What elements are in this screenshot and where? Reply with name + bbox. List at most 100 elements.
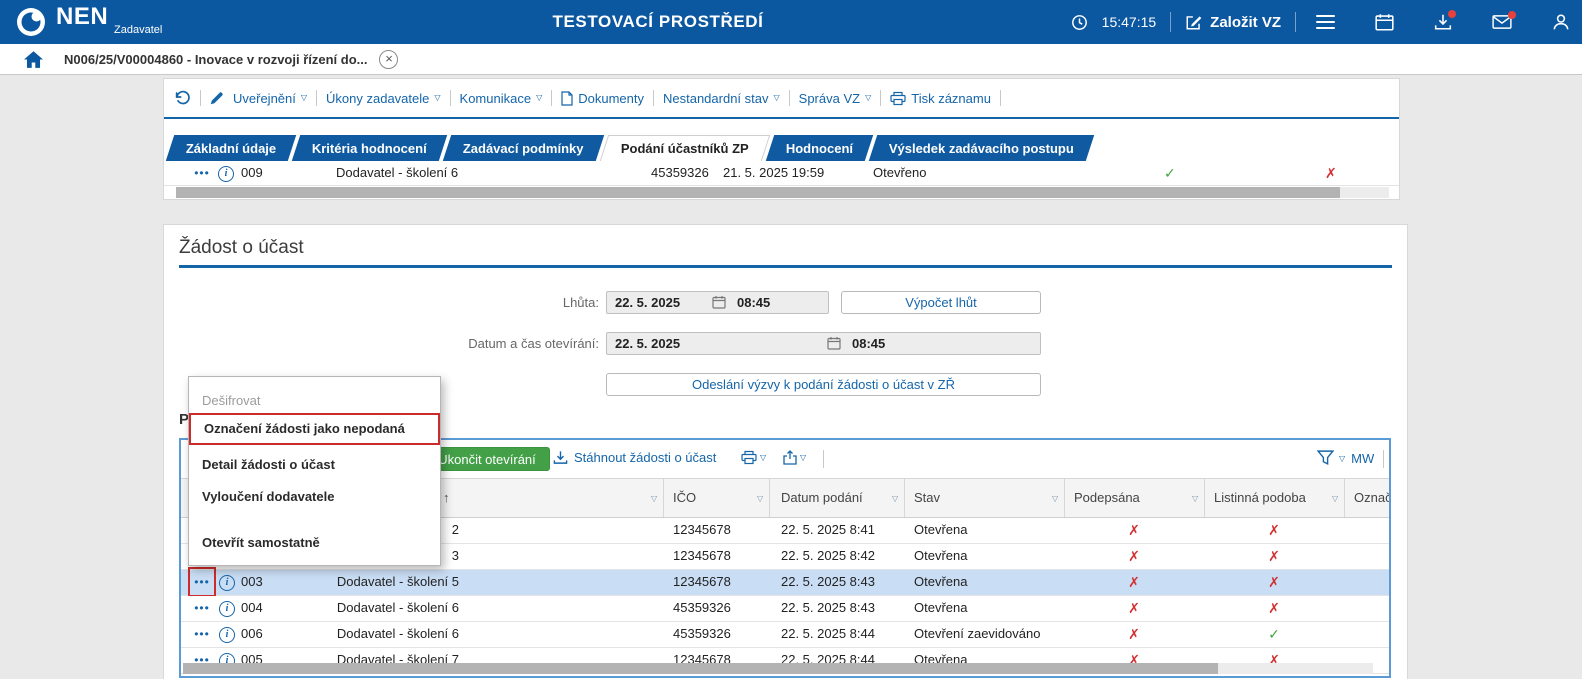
column-divider xyxy=(769,479,770,517)
calendar-icon[interactable] xyxy=(712,295,726,309)
suppl0ier-name: Dodavatel - školení 5 xyxy=(336,574,459,589)
toolbar-item-sprava-vz[interactable]: Správa VZ xyxy=(799,91,872,106)
toolbar-item-nestandardni-stav[interactable]: Nestandardní stav xyxy=(663,91,780,106)
calendar-icon[interactable] xyxy=(1375,13,1394,31)
tab-podani-ucastniku-zp[interactable]: Podání účastníků ZP xyxy=(599,135,770,161)
nen-application: NEN Zadavatel TESTOVACÍ PROSTŘEDÍ 15:47:… xyxy=(0,0,1582,679)
horizontal-scrollbar[interactable] xyxy=(176,187,1389,198)
toolbar-item-komunikace[interactable]: Komunikace xyxy=(460,91,543,106)
column-header-listinna-podoba[interactable]: Listinná podoba xyxy=(1214,479,1306,517)
info-button[interactable] xyxy=(219,627,235,643)
deadline-label: Lhůta: xyxy=(562,295,599,310)
current-time: 15:47:15 xyxy=(1101,14,1157,30)
send-invitation-button[interactable]: Odeslání výzvy k podání žádosti o účast … xyxy=(606,373,1041,396)
supplier-name: Dodavatel - školení 6 xyxy=(336,626,459,641)
opening-label: Datum a čas otevírání: xyxy=(468,336,599,351)
topbar-actions: 15:47:15 Založit VZ xyxy=(1071,0,1570,44)
menu-icon[interactable] xyxy=(1316,14,1335,30)
context-menu-item-otevrit-samostatne[interactable]: Otevřít samostatně xyxy=(189,527,440,559)
notification-badge xyxy=(1448,10,1456,18)
table-row[interactable]: 006 Dodavatel - školení 6 45359326 22. 5… xyxy=(181,622,1389,648)
signed-mark: ✗ xyxy=(1128,548,1140,564)
edit-record-icon[interactable] xyxy=(210,91,224,105)
finish-opening-button[interactable]: Ukončit otevírání xyxy=(424,447,550,471)
paper-mark: ✗ xyxy=(1268,522,1280,538)
tab-zakladni-udaje[interactable]: Základní údaje xyxy=(165,135,297,161)
filter-caret-icon[interactable] xyxy=(651,494,657,503)
tab-vysledek-zadavaciho-postupu[interactable]: Výsledek zadávacího postupu xyxy=(868,135,1095,161)
more-options-button[interactable] xyxy=(191,596,213,620)
toolbar-item-uverejneni[interactable]: Uveřejnění xyxy=(233,91,307,106)
layout-label: MW xyxy=(1351,451,1375,466)
toolbar-item-ukony-zadavatele[interactable]: Úkony zadavatele xyxy=(326,91,441,106)
info-button[interactable] xyxy=(219,601,235,617)
column-header-datum-podani[interactable]: Datum podání xyxy=(781,479,863,517)
close-record-icon[interactable] xyxy=(379,49,399,69)
context-menu-item-oznaceni-zadosti-jako-nepodana[interactable]: Označení žádosti jako nepodaná xyxy=(189,413,440,445)
horizontal-scrollbar[interactable] xyxy=(183,663,1373,674)
divider xyxy=(1383,450,1384,468)
top-header-bar: NEN Zadavatel TESTOVACÍ PROSTŘEDÍ 15:47:… xyxy=(0,0,1582,44)
downloads-button[interactable] xyxy=(1434,10,1456,31)
toolbar-item-tisk-zaznamu[interactable]: Tisk záznamu xyxy=(890,91,991,106)
column-header-oznacena[interactable]: Označ xyxy=(1354,479,1389,517)
ico-value: 12345678 xyxy=(673,548,731,563)
info-button[interactable] xyxy=(218,166,234,182)
filter-icon[interactable] xyxy=(1317,450,1334,465)
more-options-button[interactable] xyxy=(191,161,213,185)
info-button[interactable] xyxy=(219,575,235,591)
submission-date: 21. 5. 2025 19:59 xyxy=(723,165,825,180)
table-row[interactable]: 009 Dodavatel - školení 6 45359326 21. 5… xyxy=(164,161,1399,186)
calculate-deadlines-button[interactable]: Výpočet lhůt xyxy=(841,291,1041,314)
tab-kriteria-hodnoceni[interactable]: Kritéria hodnocení xyxy=(292,135,448,161)
layout-selector[interactable]: MW xyxy=(1339,451,1374,466)
row-number: 003 xyxy=(241,574,263,589)
filter-caret-icon[interactable] xyxy=(1332,494,1338,503)
context-menu: Dešifrovat Označení žádosti jako nepodan… xyxy=(188,376,441,566)
column-header-ico[interactable]: IČO xyxy=(673,479,696,517)
ico-value: 12345678 xyxy=(673,574,731,589)
calendar-icon[interactable] xyxy=(827,336,841,350)
filter-caret-icon[interactable] xyxy=(1192,494,1198,503)
state-value: Otevřena xyxy=(914,522,968,537)
breadcrumb-record[interactable]: N006/25/V00004860 - Inovace v rozvoji ří… xyxy=(64,52,367,67)
tab-label: Zadávací podmínky xyxy=(463,140,584,156)
opening-time-input[interactable]: 08:45 xyxy=(852,333,885,354)
context-menu-item-vylouceni-dodavatele[interactable]: Vyloučení dodavatele xyxy=(189,481,440,513)
undo-icon[interactable] xyxy=(174,90,191,107)
scrollbar-thumb[interactable] xyxy=(176,187,1341,198)
column-header-stav[interactable]: Stav xyxy=(914,479,940,517)
tab-hodnoceni[interactable]: Hodnocení xyxy=(765,135,874,161)
export-dropdown-button[interactable] xyxy=(783,450,806,465)
scrollbar-thumb[interactable] xyxy=(183,663,1219,674)
table-row[interactable]: 004 Dodavatel - školení 6 45359326 22. 5… xyxy=(181,596,1389,622)
divider xyxy=(999,90,1001,106)
nen-logo-icon[interactable] xyxy=(16,7,46,37)
context-menu-item-detail-zadosti[interactable]: Detail žádosti o účast xyxy=(189,449,440,481)
signed-mark: ✓ xyxy=(1164,165,1176,181)
deadline-time-input[interactable]: 08:45 xyxy=(737,292,770,313)
home-icon[interactable] xyxy=(24,50,43,68)
filter-caret-icon[interactable] xyxy=(892,494,898,503)
supplier-name: Dodavatel - školení 6 xyxy=(336,165,459,180)
filter-caret-icon[interactable] xyxy=(1052,494,1058,503)
divider xyxy=(1295,12,1296,32)
tab-zadavaci-podminky[interactable]: Zadávací podmínky xyxy=(442,135,605,161)
deadline-date-input[interactable]: 22. 5. 2025 xyxy=(615,292,680,313)
table-row-selected[interactable]: 003 Dodavatel - školení 5 12345678 22. 5… xyxy=(181,567,1389,597)
user-profile-icon[interactable] xyxy=(1552,13,1570,31)
toolbar-item-dokumenty[interactable]: Dokumenty xyxy=(561,91,644,106)
toolbar-item-label: Nestandardní stav xyxy=(662,90,769,106)
download-requests-link[interactable]: Stáhnout žádosti o účast xyxy=(553,450,716,465)
more-options-button[interactable] xyxy=(188,567,216,597)
column-header-podepsana[interactable]: Podepsána xyxy=(1074,479,1140,517)
messages-button[interactable] xyxy=(1492,11,1516,30)
opening-date-input[interactable]: 22. 5. 2025 xyxy=(615,333,680,354)
toolbar-item-label: Komunikace xyxy=(459,90,532,106)
filter-caret-icon[interactable] xyxy=(757,494,763,503)
print-dropdown-button[interactable] xyxy=(741,450,766,465)
more-options-button[interactable] xyxy=(191,622,213,646)
create-vz-button[interactable]: Založit VZ xyxy=(1185,13,1281,31)
column-divider xyxy=(1344,479,1345,517)
opening-datetime-field: 22. 5. 2025 08:45 xyxy=(606,332,1041,355)
